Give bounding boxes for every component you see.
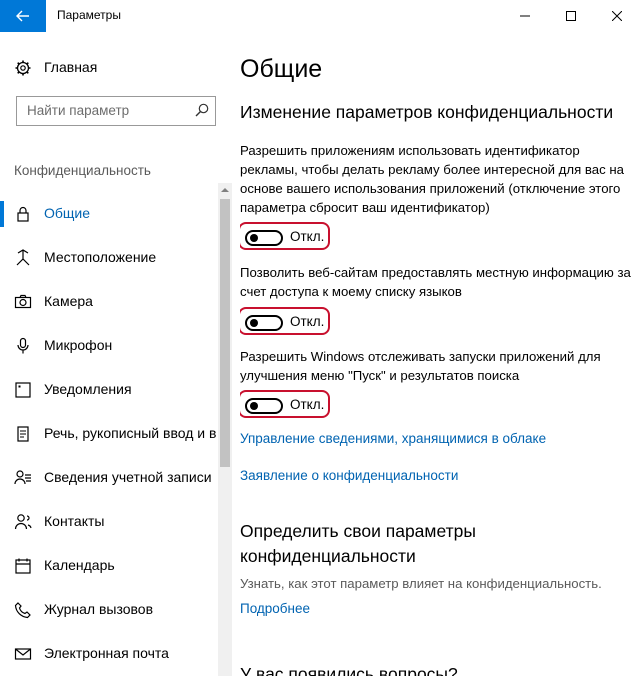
sidebar-item-label: Календарь xyxy=(44,557,115,573)
sidebar-item-general[interactable]: Общие xyxy=(0,192,220,236)
sidebar: Главная Найти параметр Конфиденциальност… xyxy=(0,32,232,676)
calendar-icon xyxy=(15,558,31,574)
scroll-up-button[interactable] xyxy=(218,183,232,197)
contacts-icon xyxy=(14,514,32,530)
notifications-icon xyxy=(15,382,31,398)
sidebar-item-label: Электронная почта xyxy=(44,645,169,661)
sidebar-section-title: Конфиденциальность xyxy=(14,163,151,178)
sidebar-item-label: Местоположение xyxy=(44,249,157,265)
toggle-switch[interactable] xyxy=(245,398,283,414)
sidebar-item-location[interactable]: Местоположение xyxy=(0,236,220,280)
sidebar-item-contacts[interactable]: Контакты xyxy=(0,500,220,544)
speech-icon xyxy=(17,426,29,442)
close-icon xyxy=(612,11,622,21)
section-title: У вас появились вопросы? xyxy=(240,664,458,676)
sidebar-item-label: Общие xyxy=(44,205,91,221)
sidebar-item-label: Журнал вызовов xyxy=(44,601,154,617)
close-button[interactable] xyxy=(594,0,640,32)
sidebar-item-label: Уведомления xyxy=(44,381,132,397)
mail-icon xyxy=(14,648,32,660)
scroll-thumb[interactable] xyxy=(220,199,230,467)
advertising-id-toggle[interactable]: Откл. xyxy=(240,222,330,250)
manage-cloud-info-link[interactable]: Управление сведениями, хранящимися в обл… xyxy=(240,431,546,446)
sidebar-item-calendar[interactable]: Календарь xyxy=(0,544,220,588)
sidebar-item-label: Сведения учетной записи xyxy=(44,469,212,485)
sidebar-item-label: Камера xyxy=(44,293,93,309)
toggle-knob xyxy=(250,402,258,410)
home-nav-item[interactable]: Главная xyxy=(14,59,97,77)
search-input[interactable]: Найти параметр xyxy=(16,96,216,126)
window-title: Параметры xyxy=(57,8,121,22)
setting-description: Разрешить приложениям использовать идент… xyxy=(240,143,624,215)
chevron-up-icon xyxy=(221,188,229,192)
sidebar-item-speech[interactable]: Речь, рукописный ввод и в xyxy=(0,412,220,456)
main-content: Общие Изменение параметров конфиденциаль… xyxy=(240,32,640,676)
setting-description: Позволить веб-сайтам предоставлять местн… xyxy=(240,265,631,299)
toggle-knob xyxy=(250,319,258,327)
sidebar-item-call-history[interactable]: Журнал вызовов xyxy=(0,588,220,632)
maximize-icon xyxy=(566,11,576,21)
search-icon[interactable] xyxy=(195,103,209,117)
sidebar-item-label: Речь, рукописный ввод и в xyxy=(44,425,217,441)
sidebar-item-label: Микрофон xyxy=(44,337,113,353)
back-arrow-icon xyxy=(16,10,29,22)
search-placeholder: Найти параметр xyxy=(27,103,130,118)
toggle-state-label: Откл. xyxy=(290,229,325,244)
minimize-button[interactable] xyxy=(502,0,548,32)
toggle-switch[interactable] xyxy=(245,315,283,331)
sidebar-item-notifications[interactable]: Уведомления xyxy=(0,368,220,412)
toggle-switch[interactable] xyxy=(245,230,283,246)
minimize-icon xyxy=(520,15,530,17)
microphone-icon xyxy=(17,337,29,354)
lock-icon xyxy=(17,206,29,222)
toggle-state-label: Откл. xyxy=(290,397,325,412)
app-launch-tracking-toggle[interactable]: Откл. xyxy=(240,390,330,418)
language-list-toggle[interactable]: Откл. xyxy=(240,307,330,335)
account-info-icon xyxy=(14,470,31,485)
section-title: Изменение параметров конфиденциальности xyxy=(240,102,614,122)
location-icon xyxy=(16,249,30,266)
sidebar-item-label: Контакты xyxy=(44,513,105,529)
call-history-icon xyxy=(14,602,31,619)
maximize-button[interactable] xyxy=(548,0,594,32)
section-hint: Узнать, как этот параметр влияет на конф… xyxy=(240,576,602,591)
sidebar-item-microphone[interactable]: Микрофон xyxy=(0,324,220,368)
section-title: Определить свои параметры конфиденциальн… xyxy=(240,521,476,566)
gear-icon xyxy=(15,60,31,76)
home-label: Главная xyxy=(44,59,98,75)
toggle-knob xyxy=(250,234,258,242)
sidebar-item-mail[interactable]: Электронная почта xyxy=(0,632,220,676)
sidebar-scrollbar[interactable] xyxy=(218,183,232,676)
back-button[interactable] xyxy=(0,0,46,32)
setting-description: Разрешить Windows отслеживать запуски пр… xyxy=(240,349,601,383)
sidebar-item-camera[interactable]: Камера xyxy=(0,280,220,324)
active-indicator xyxy=(0,201,4,227)
camera-icon xyxy=(14,294,32,309)
toggle-state-label: Откл. xyxy=(290,314,325,329)
privacy-statement-link[interactable]: Заявление о конфиденциальности xyxy=(240,468,458,483)
learn-more-link[interactable]: Подробнее xyxy=(240,601,310,616)
title-bar: Параметры xyxy=(0,0,640,32)
page-title: Общие xyxy=(240,55,323,83)
sidebar-item-account-info[interactable]: Сведения учетной записи xyxy=(0,456,220,500)
